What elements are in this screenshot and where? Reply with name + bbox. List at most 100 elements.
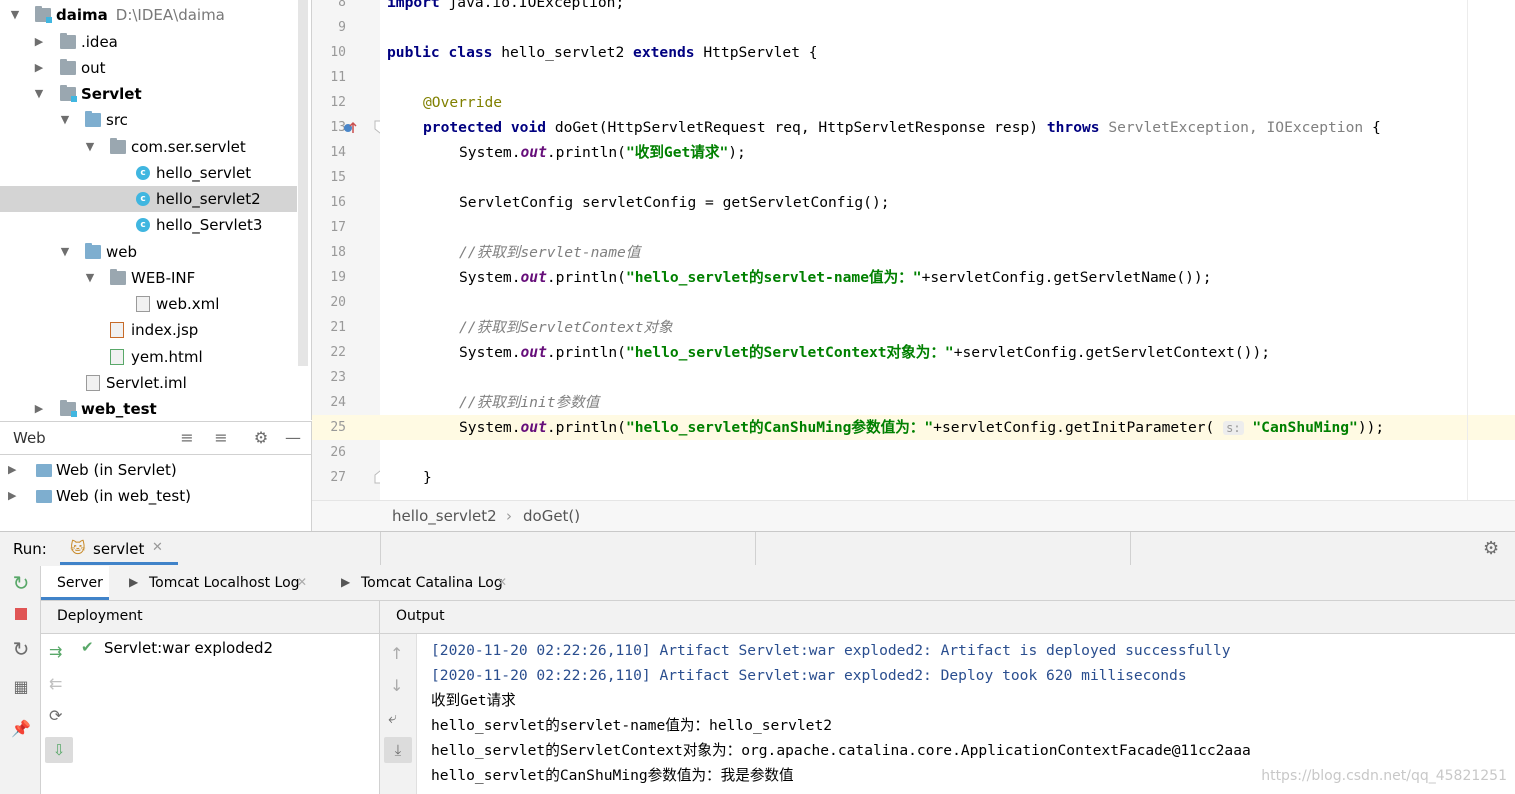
deployment-title: Deployment <box>57 608 143 624</box>
iml-file-icon <box>86 375 100 391</box>
undeploy-icon[interactable]: ⇇ <box>49 674 62 693</box>
collapse-all-icon[interactable]: ≡ <box>211 429 231 447</box>
tree-item-web-test[interactable]: ▶ web_test <box>0 396 297 420</box>
minimize-icon[interactable]: — <box>283 429 303 447</box>
deployment-item-label: Servlet:war exploded2 <box>104 639 274 657</box>
code-token: +servletConfig.getServletName()); <box>921 269 1212 286</box>
code-line-21: //获取到ServletContext对象 <box>459 319 673 336</box>
list-item[interactable]: ✔ Servlet:war exploded2 <box>79 636 379 660</box>
run-config-tab[interactable]: 🐱 servlet ✕ <box>60 532 178 565</box>
deployment-list: ✔ Servlet:war exploded2 <box>79 634 380 794</box>
web-item-label: Web (in Servlet) <box>56 461 177 479</box>
web-item-servlet[interactable]: ▶ Web (in Servlet) <box>0 457 311 483</box>
run-tabs: Server ▶ Tomcat Localhost Log ✕ ▶ Tomcat… <box>41 566 1515 601</box>
output-line: [2020-11-20 02:22:26,110] Artifact Servl… <box>431 667 1187 684</box>
watermark: https://blog.csdn.net/qq_45821251 <box>1261 768 1507 784</box>
tree-item-idea[interactable]: ▶ .idea <box>0 29 297 55</box>
chevron-down-icon[interactable]: ▼ <box>84 134 96 160</box>
tab-tomcat-localhost-log[interactable]: ▶ Tomcat Localhost Log ✕ <box>121 566 321 600</box>
tree-item-src[interactable]: ▼ src <box>0 107 297 133</box>
tab-label: Tomcat Catalina Log <box>361 575 503 591</box>
code-line-16: ServletConfig servletConfig = getServlet… <box>459 194 890 211</box>
chevron-down-icon[interactable]: ▼ <box>84 265 96 291</box>
override-marker-icon[interactable] <box>342 120 358 136</box>
arrow-down-icon[interactable]: ↓ <box>390 676 403 695</box>
expand-all-icon[interactable]: ≡ <box>177 429 197 447</box>
tree-item-index-jsp[interactable]: index.jsp <box>0 317 297 343</box>
stop-icon[interactable] <box>10 604 32 626</box>
chevron-down-icon[interactable]: ▼ <box>33 81 45 107</box>
tree-item-package[interactable]: ▼ com.ser.servlet <box>0 134 297 160</box>
tree-item-yem-html[interactable]: yem.html <box>0 344 297 370</box>
breadcrumb-method[interactable]: doGet() <box>523 507 580 525</box>
tree-item-hello-servlet2[interactable]: c hello_servlet2 <box>0 186 297 212</box>
output-line: 收到Get请求 <box>431 692 516 709</box>
code-token: out <box>520 144 547 161</box>
scroll-to-end-icon[interactable]: ⤓ <box>384 737 412 763</box>
output-toolbar: ↑ ↓ ⤶ ⤓ <box>380 634 417 794</box>
rerun-icon[interactable]: ↻ <box>10 572 32 594</box>
code-token: { <box>1363 119 1381 136</box>
console-output[interactable]: [2020-11-20 02:22:26,110] Artifact Servl… <box>417 634 1515 794</box>
code-editor[interactable]: import java.io.IOException; public class… <box>380 0 1515 500</box>
line-number: 25 <box>330 420 346 435</box>
console-icon: ▶ <box>129 575 139 589</box>
breadcrumb-class[interactable]: hello_servlet2 <box>392 507 497 525</box>
web-item-web-test[interactable]: ▶ Web (in web_test) <box>0 483 311 509</box>
tree-item-servlet-module[interactable]: ▼ Servlet <box>0 81 297 107</box>
tab-tomcat-catalina-log[interactable]: ▶ Tomcat Catalina Log ✕ <box>333 566 533 600</box>
tree-item-label: Servlet.iml <box>106 374 187 392</box>
deploy-all-icon[interactable]: ⇩ <box>45 737 73 763</box>
tree-item-daima[interactable]: ▼ daima D:\IDEA\daima <box>0 2 297 28</box>
chevron-down-icon[interactable]: ▼ <box>59 107 71 133</box>
chevron-down-icon[interactable]: ▼ <box>59 239 71 265</box>
close-icon[interactable]: ✕ <box>297 575 307 589</box>
tree-item-web[interactable]: ▼ web <box>0 239 297 265</box>
code-token: out <box>520 419 547 436</box>
arrow-up-icon[interactable]: ↑ <box>390 644 403 663</box>
close-icon[interactable]: ✕ <box>497 575 507 589</box>
chevron-right-icon[interactable]: ▶ <box>8 457 16 483</box>
soft-wrap-icon[interactable]: ⤶ <box>388 708 397 728</box>
tree-item-servlet-iml[interactable]: Servlet.iml <box>0 370 297 396</box>
tree-item-web-inf[interactable]: ▼ WEB-INF <box>0 265 297 291</box>
tree-item-label: WEB-INF <box>131 269 196 287</box>
divider <box>1130 532 1131 565</box>
code-token: hello_servlet2 <box>492 44 634 61</box>
code-token: .println( <box>546 344 626 361</box>
deploy-icon[interactable]: ⇉ <box>49 642 62 661</box>
code-token: "hello_servlet的CanShuMing参数值为：" <box>625 419 934 436</box>
tree-item-hello-servlet3[interactable]: c hello_Servlet3 <box>0 212 297 238</box>
update-icon[interactable]: ↻ <box>10 638 32 660</box>
code-line-22: System.out.println("hello_servlet的Servle… <box>459 340 1270 365</box>
tree-item-label: daima <box>56 6 108 24</box>
chevron-right-icon[interactable]: ▶ <box>33 55 45 81</box>
tree-item-hello-servlet[interactable]: c hello_servlet <box>0 160 297 186</box>
chevron-right-icon[interactable]: ▶ <box>33 396 45 420</box>
tree-item-out[interactable]: ▶ out <box>0 55 297 81</box>
code-token: doGet(HttpServletRequest req, HttpServle… <box>546 119 1047 136</box>
chevron-right-icon[interactable]: ▶ <box>33 29 45 55</box>
console-icon: ▶ <box>341 575 351 589</box>
layout-icon[interactable]: ▦ <box>10 676 32 698</box>
tree-item-label: web <box>106 243 138 261</box>
tree-item-label: src <box>106 111 128 129</box>
chevron-right-icon[interactable]: ▶ <box>8 483 16 509</box>
line-number: 17 <box>330 220 346 235</box>
line-number: 11 <box>330 70 346 85</box>
project-scrollbar[interactable] <box>298 0 308 366</box>
tab-server[interactable]: Server <box>41 566 109 600</box>
chevron-down-icon[interactable]: ▼ <box>9 2 21 28</box>
refresh-icon[interactable]: ⟳ <box>49 706 62 725</box>
tree-item-web-xml[interactable]: web.xml <box>0 291 297 317</box>
close-icon[interactable]: ✕ <box>152 540 163 555</box>
tree-item-label: hello_servlet2 <box>156 190 261 208</box>
code-token: public <box>387 44 440 61</box>
gear-icon[interactable]: ⚙ <box>1483 538 1499 559</box>
deployment-header: Deployment <box>41 601 380 634</box>
tree-item-label: Servlet <box>81 85 142 103</box>
gear-icon[interactable]: ⚙ <box>251 429 271 447</box>
output-line: hello_servlet的servlet-name值为：hello_servl… <box>431 717 833 734</box>
pin-icon[interactable]: 📌 <box>10 718 32 740</box>
line-number: 24 <box>330 395 346 410</box>
